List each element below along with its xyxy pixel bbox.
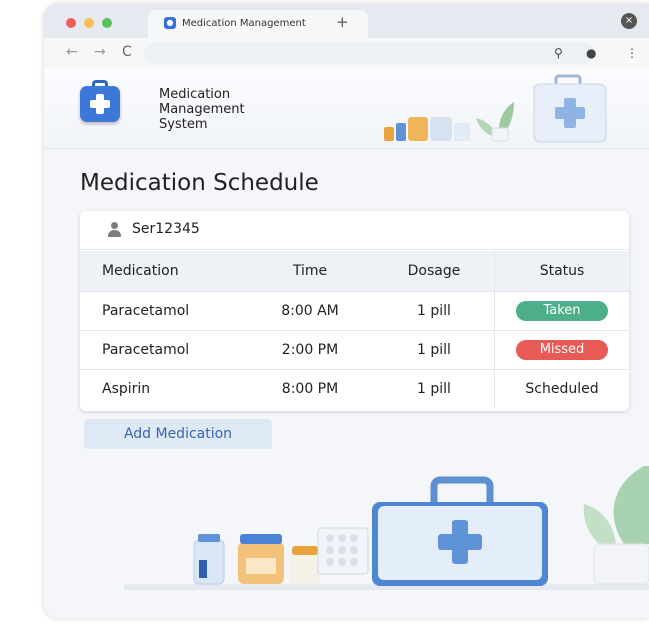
column-header-status: Status	[494, 251, 629, 291]
add-medication-button[interactable]: Add Medication	[84, 419, 272, 449]
column-header-medication: Medication	[102, 262, 179, 279]
user-bar: Ser12345	[80, 211, 629, 250]
user-id: Ser12345	[132, 221, 200, 237]
medication-cell: Aspirin	[102, 380, 151, 397]
medication-table: Medication Time Dosage Status Paracetamo…	[80, 251, 629, 408]
browser-window: ● Medication Management + × ← → C ⚲ ● ⋮ …	[44, 4, 649, 618]
time-cell: 8:00 AM	[281, 302, 339, 319]
bottom-medicine-illustration	[124, 466, 649, 590]
table-header-row: Medication Time Dosage Status	[80, 251, 629, 291]
time-cell: 8:00 PM	[281, 380, 339, 397]
status-cell: Scheduled	[494, 369, 629, 408]
user-icon	[108, 222, 121, 238]
medication-cell: Paracetamol	[102, 341, 190, 358]
status-cell: Missed	[494, 330, 629, 369]
header-medicine-illustration	[384, 74, 607, 143]
dosage-cell: 1 pill	[417, 302, 451, 319]
column-header-dosage: Dosage	[407, 262, 461, 279]
medication-cell: Paracetamol	[102, 302, 190, 319]
table-row[interactable]: Paracetamol 2:00 PM 1 pill Missed	[80, 330, 629, 369]
time-cell: 2:00 PM	[281, 341, 339, 358]
schedule-card: Ser12345 Medication Time Dosage Status P…	[80, 211, 629, 411]
dosage-cell: 1 pill	[417, 341, 451, 358]
dosage-cell: 1 pill	[417, 380, 451, 397]
table-row[interactable]: Aspirin 8:00 PM 1 pill Scheduled	[80, 369, 629, 408]
status-cell: Taken	[494, 291, 629, 330]
status-badge-taken: Taken	[516, 300, 608, 321]
table-row[interactable]: Paracetamol 8:00 AM 1 pill Taken	[80, 291, 629, 330]
page-title: Medication Schedule	[80, 170, 319, 196]
column-header-time: Time	[292, 262, 328, 279]
status-badge-missed: Missed	[516, 339, 608, 360]
